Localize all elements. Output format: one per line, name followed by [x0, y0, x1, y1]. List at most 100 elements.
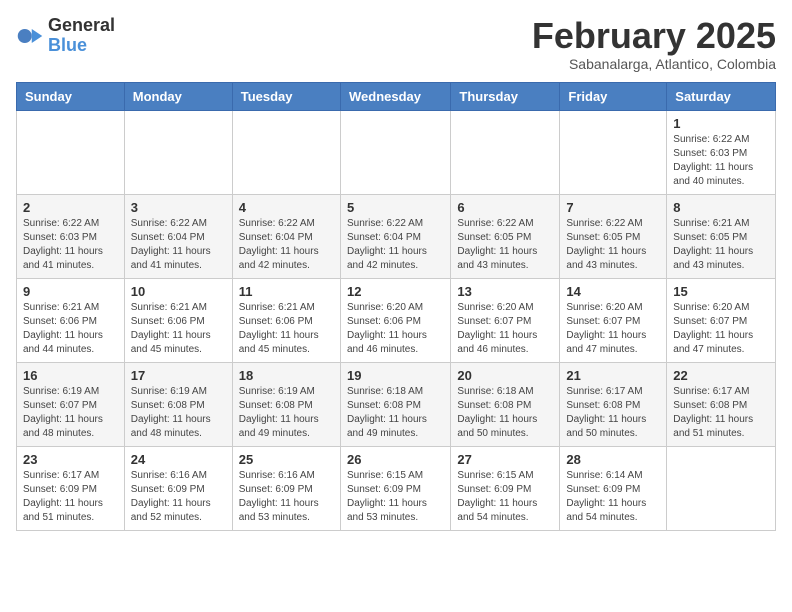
day-info: Sunrise: 6:22 AM Sunset: 6:05 PM Dayligh…	[566, 217, 660, 273]
week-row-2: 2 Sunrise: 6:22 AM Sunset: 6:03 PM Daylig…	[17, 194, 776, 278]
day-cell: 20 Sunrise: 6:18 AM Sunset: 6:08 PM Dayli…	[451, 362, 560, 446]
day-info: Sunrise: 6:18 AM Sunset: 6:08 PM Dayligh…	[347, 385, 444, 441]
day-info: Sunrise: 6:21 AM Sunset: 6:06 PM Dayligh…	[131, 301, 226, 357]
month-title: February 2025	[532, 16, 776, 56]
day-cell: 11 Sunrise: 6:21 AM Sunset: 6:06 PM Dayli…	[232, 278, 340, 362]
day-number: 7	[566, 200, 660, 215]
weekday-header-row: SundayMondayTuesdayWednesdayThursdayFrid…	[17, 82, 776, 110]
day-cell	[232, 110, 340, 194]
day-cell	[17, 110, 125, 194]
day-info: Sunrise: 6:22 AM Sunset: 6:03 PM Dayligh…	[673, 133, 769, 189]
week-row-4: 16Sunrise: 6:19 AM Sunset: 6:07 PM Dayli…	[17, 362, 776, 446]
day-info: Sunrise: 6:16 AM Sunset: 6:09 PM Dayligh…	[239, 469, 334, 525]
day-cell: 15Sunrise: 6:20 AM Sunset: 6:07 PM Dayli…	[667, 278, 776, 362]
day-cell: 17 Sunrise: 6:19 AM Sunset: 6:08 PM Dayli…	[124, 362, 232, 446]
week-row-3: 9 Sunrise: 6:21 AM Sunset: 6:06 PM Daylig…	[17, 278, 776, 362]
day-number: 16	[23, 368, 118, 383]
day-cell: 23 Sunrise: 6:17 AM Sunset: 6:09 PM Dayli…	[17, 446, 125, 530]
day-cell: 6 Sunrise: 6:22 AM Sunset: 6:05 PM Daylig…	[451, 194, 560, 278]
day-cell: 18 Sunrise: 6:19 AM Sunset: 6:08 PM Dayli…	[232, 362, 340, 446]
day-number: 23	[23, 452, 118, 467]
day-cell: 5Sunrise: 6:22 AM Sunset: 6:04 PM Daylig…	[340, 194, 450, 278]
day-cell: 2 Sunrise: 6:22 AM Sunset: 6:03 PM Daylig…	[17, 194, 125, 278]
day-number: 20	[457, 368, 553, 383]
day-cell	[124, 110, 232, 194]
day-number: 19	[347, 368, 444, 383]
day-cell: 1 Sunrise: 6:22 AM Sunset: 6:03 PM Daylig…	[667, 110, 776, 194]
day-number: 8	[673, 200, 769, 215]
day-number: 6	[457, 200, 553, 215]
day-info: Sunrise: 6:15 AM Sunset: 6:09 PM Dayligh…	[347, 469, 444, 525]
day-cell: 4 Sunrise: 6:22 AM Sunset: 6:04 PM Daylig…	[232, 194, 340, 278]
day-number: 4	[239, 200, 334, 215]
day-cell: 12 Sunrise: 6:20 AM Sunset: 6:06 PM Dayli…	[340, 278, 450, 362]
day-info: Sunrise: 6:21 AM Sunset: 6:06 PM Dayligh…	[23, 301, 118, 357]
day-number: 13	[457, 284, 553, 299]
day-info: Sunrise: 6:18 AM Sunset: 6:08 PM Dayligh…	[457, 385, 553, 441]
weekday-header-wednesday: Wednesday	[340, 82, 450, 110]
day-info: Sunrise: 6:14 AM Sunset: 6:09 PM Dayligh…	[566, 469, 660, 525]
day-info: Sunrise: 6:17 AM Sunset: 6:08 PM Dayligh…	[673, 385, 769, 441]
day-cell	[340, 110, 450, 194]
week-row-1: 1 Sunrise: 6:22 AM Sunset: 6:03 PM Daylig…	[17, 110, 776, 194]
calendar-table: SundayMondayTuesdayWednesdayThursdayFrid…	[16, 82, 776, 531]
day-cell: 19 Sunrise: 6:18 AM Sunset: 6:08 PM Dayli…	[340, 362, 450, 446]
day-cell	[451, 110, 560, 194]
day-number: 9	[23, 284, 118, 299]
day-cell: 8 Sunrise: 6:21 AM Sunset: 6:05 PM Daylig…	[667, 194, 776, 278]
day-number: 18	[239, 368, 334, 383]
day-number: 1	[673, 116, 769, 131]
day-info: Sunrise: 6:20 AM Sunset: 6:07 PM Dayligh…	[457, 301, 553, 357]
day-info: Sunrise: 6:22 AM Sunset: 6:04 PM Dayligh…	[131, 217, 226, 273]
day-cell	[560, 110, 667, 194]
day-number: 27	[457, 452, 553, 467]
weekday-header-saturday: Saturday	[667, 82, 776, 110]
day-number: 24	[131, 452, 226, 467]
logo-blue: Blue	[48, 36, 115, 56]
day-cell: 22 Sunrise: 6:17 AM Sunset: 6:08 PM Dayli…	[667, 362, 776, 446]
day-info: Sunrise: 6:17 AM Sunset: 6:09 PM Dayligh…	[23, 469, 118, 525]
day-info: Sunrise: 6:21 AM Sunset: 6:06 PM Dayligh…	[239, 301, 334, 357]
location: Sabanalarga, Atlantico, Colombia	[532, 56, 776, 72]
day-info: Sunrise: 6:17 AM Sunset: 6:08 PM Dayligh…	[566, 385, 660, 441]
day-number: 22	[673, 368, 769, 383]
day-number: 25	[239, 452, 334, 467]
day-info: Sunrise: 6:22 AM Sunset: 6:03 PM Dayligh…	[23, 217, 118, 273]
day-info: Sunrise: 6:20 AM Sunset: 6:07 PM Dayligh…	[673, 301, 769, 357]
day-info: Sunrise: 6:22 AM Sunset: 6:04 PM Dayligh…	[239, 217, 334, 273]
day-info: Sunrise: 6:20 AM Sunset: 6:06 PM Dayligh…	[347, 301, 444, 357]
day-number: 17	[131, 368, 226, 383]
day-number: 10	[131, 284, 226, 299]
day-cell: 3 Sunrise: 6:22 AM Sunset: 6:04 PM Daylig…	[124, 194, 232, 278]
day-number: 21	[566, 368, 660, 383]
day-cell: 9 Sunrise: 6:21 AM Sunset: 6:06 PM Daylig…	[17, 278, 125, 362]
day-info: Sunrise: 6:22 AM Sunset: 6:05 PM Dayligh…	[457, 217, 553, 273]
day-info: Sunrise: 6:20 AM Sunset: 6:07 PM Dayligh…	[566, 301, 660, 357]
week-row-5: 23 Sunrise: 6:17 AM Sunset: 6:09 PM Dayli…	[17, 446, 776, 530]
day-number: 11	[239, 284, 334, 299]
day-cell: 27 Sunrise: 6:15 AM Sunset: 6:09 PM Dayli…	[451, 446, 560, 530]
day-cell	[667, 446, 776, 530]
day-cell: 21 Sunrise: 6:17 AM Sunset: 6:08 PM Dayli…	[560, 362, 667, 446]
day-info: Sunrise: 6:16 AM Sunset: 6:09 PM Dayligh…	[131, 469, 226, 525]
day-cell: 7 Sunrise: 6:22 AM Sunset: 6:05 PM Daylig…	[560, 194, 667, 278]
weekday-header-tuesday: Tuesday	[232, 82, 340, 110]
day-number: 2	[23, 200, 118, 215]
day-number: 3	[131, 200, 226, 215]
weekday-header-monday: Monday	[124, 82, 232, 110]
weekday-header-friday: Friday	[560, 82, 667, 110]
day-info: Sunrise: 6:19 AM Sunset: 6:08 PM Dayligh…	[239, 385, 334, 441]
day-number: 12	[347, 284, 444, 299]
day-number: 26	[347, 452, 444, 467]
day-cell: 28Sunrise: 6:14 AM Sunset: 6:09 PM Dayli…	[560, 446, 667, 530]
logo: General Blue	[16, 16, 115, 56]
day-info: Sunrise: 6:19 AM Sunset: 6:08 PM Dayligh…	[131, 385, 226, 441]
day-info: Sunrise: 6:21 AM Sunset: 6:05 PM Dayligh…	[673, 217, 769, 273]
day-cell: 10 Sunrise: 6:21 AM Sunset: 6:06 PM Dayli…	[124, 278, 232, 362]
weekday-header-thursday: Thursday	[451, 82, 560, 110]
logo-icon	[16, 22, 44, 50]
day-info: Sunrise: 6:22 AM Sunset: 6:04 PM Dayligh…	[347, 217, 444, 273]
day-cell: 16Sunrise: 6:19 AM Sunset: 6:07 PM Dayli…	[17, 362, 125, 446]
weekday-header-sunday: Sunday	[17, 82, 125, 110]
day-info: Sunrise: 6:15 AM Sunset: 6:09 PM Dayligh…	[457, 469, 553, 525]
